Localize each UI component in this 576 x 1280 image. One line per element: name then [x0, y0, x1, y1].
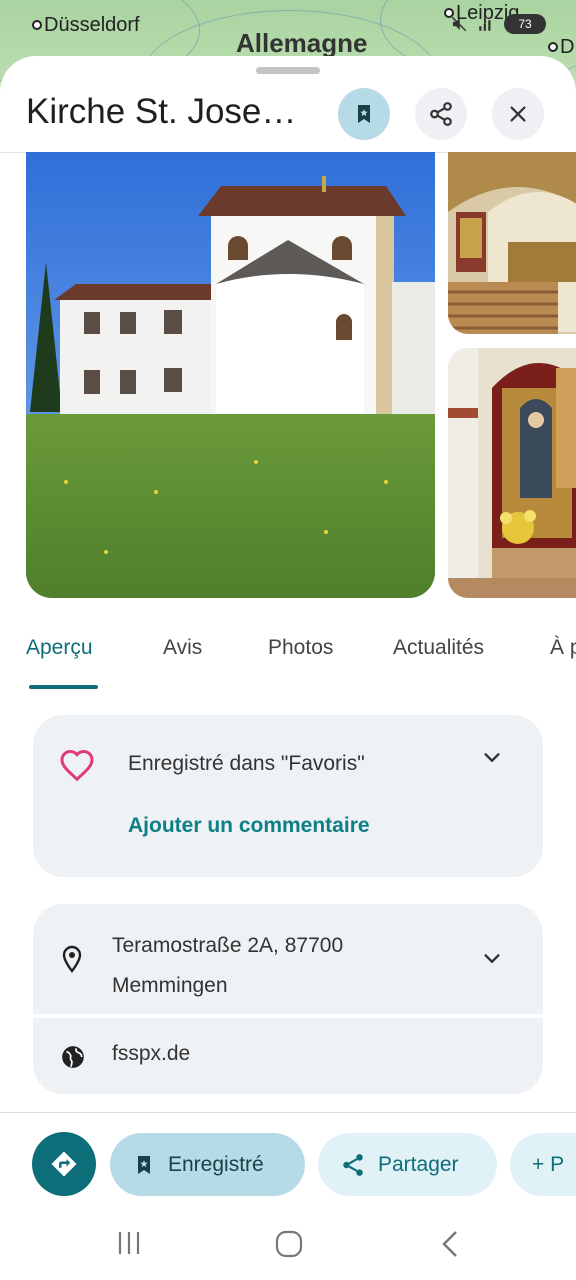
place-title: Kirche St. Jose…	[26, 92, 297, 131]
tab-about[interactable]: À p	[550, 636, 576, 660]
action-bar-divider	[0, 1112, 576, 1113]
saved-button[interactable]: Enregistré	[110, 1133, 305, 1196]
recent-apps-icon[interactable]	[116, 1230, 142, 1256]
chevron-down-icon[interactable]	[481, 747, 503, 769]
active-tab-indicator	[29, 685, 98, 689]
place-sheet: Kirche St. Jose… Aperçu Avis Photos Actu…	[0, 56, 576, 1280]
tab-photos[interactable]: Photos	[268, 636, 333, 660]
directions-icon	[51, 1151, 77, 1177]
map-label-country: Allemagne	[236, 28, 368, 58]
drag-handle[interactable]	[256, 67, 320, 74]
back-icon[interactable]	[440, 1230, 460, 1258]
bookmark-icon	[138, 1155, 150, 1174]
system-nav-bar	[0, 1200, 576, 1280]
directions-button[interactable]	[32, 1132, 96, 1196]
battery-indicator: 73	[504, 14, 546, 34]
website-row[interactable]: fsspx.de	[33, 1018, 543, 1094]
close-icon	[510, 106, 526, 122]
action-bar: Enregistré Partager + P	[0, 1132, 576, 1198]
address-text: Teramostraße 2A, 87700 Memmingen	[112, 926, 432, 1006]
close-button[interactable]	[492, 88, 544, 140]
more-action-button[interactable]: + P	[510, 1133, 576, 1196]
saved-list-text: Enregistré dans "Favoris"	[128, 752, 365, 775]
address-line: Memmingen	[112, 974, 228, 997]
tab-bar: Aperçu Avis Photos Actualités À p	[0, 636, 576, 690]
save-button[interactable]	[338, 88, 390, 140]
address-line: Teramostraße 2A, 87700	[112, 934, 344, 957]
share-icon	[430, 102, 452, 126]
share-action-button[interactable]: Partager	[318, 1133, 497, 1196]
saved-button-label: Enregistré	[168, 1152, 264, 1176]
photo-church-exterior[interactable]	[26, 152, 435, 598]
home-icon[interactable]	[275, 1230, 303, 1258]
saved-list-card[interactable]: Enregistré dans "Favoris" Ajouter un com…	[33, 715, 543, 877]
share-icon	[343, 1153, 363, 1176]
location-pin-icon	[62, 945, 82, 973]
add-comment-link[interactable]: Ajouter un commentaire	[128, 814, 370, 838]
tab-overview[interactable]: Aperçu	[26, 636, 93, 660]
heart-icon	[60, 749, 94, 782]
share-button-label: Partager	[378, 1152, 459, 1176]
website-link[interactable]: fsspx.de	[112, 1042, 190, 1066]
chevron-down-icon[interactable]	[481, 948, 503, 970]
status-bar: 73	[450, 14, 546, 34]
photo-church-interior[interactable]	[448, 152, 576, 334]
bookmark-icon	[358, 105, 370, 123]
map-label-city: D	[548, 36, 574, 59]
tab-reviews[interactable]: Avis	[163, 636, 202, 660]
map-label-city: Düsseldorf	[32, 14, 140, 37]
address-row[interactable]: Teramostraße 2A, 87700 Memmingen	[33, 904, 543, 1014]
mute-icon	[451, 16, 467, 32]
globe-icon	[62, 1046, 84, 1068]
photo-church-altar[interactable]	[448, 348, 576, 598]
more-button-label: + P	[532, 1152, 565, 1176]
tab-updates[interactable]: Actualités	[393, 636, 484, 660]
signal-icon	[479, 20, 491, 31]
share-button[interactable]	[415, 88, 467, 140]
